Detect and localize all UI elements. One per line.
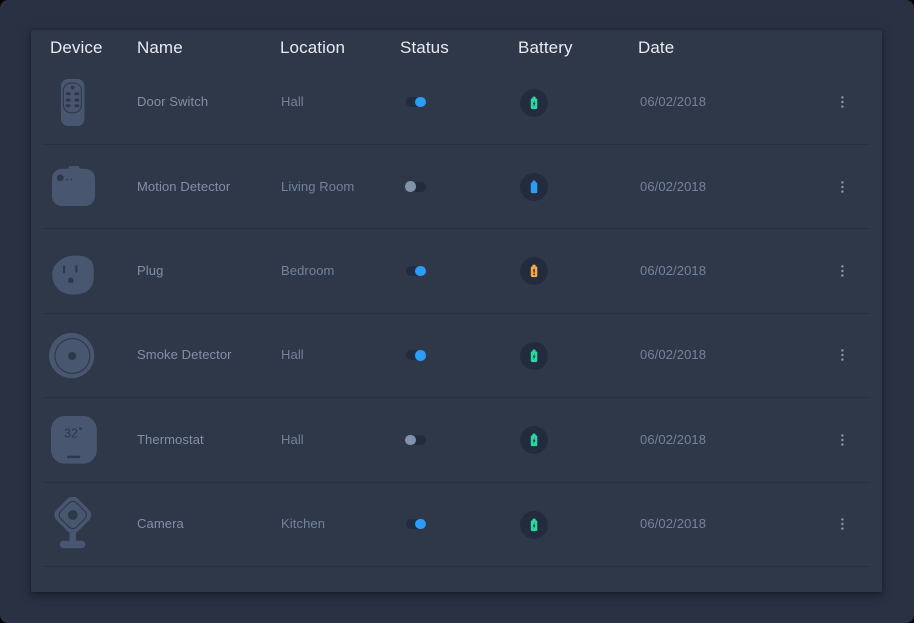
svg-text:32: 32 [64,427,78,441]
